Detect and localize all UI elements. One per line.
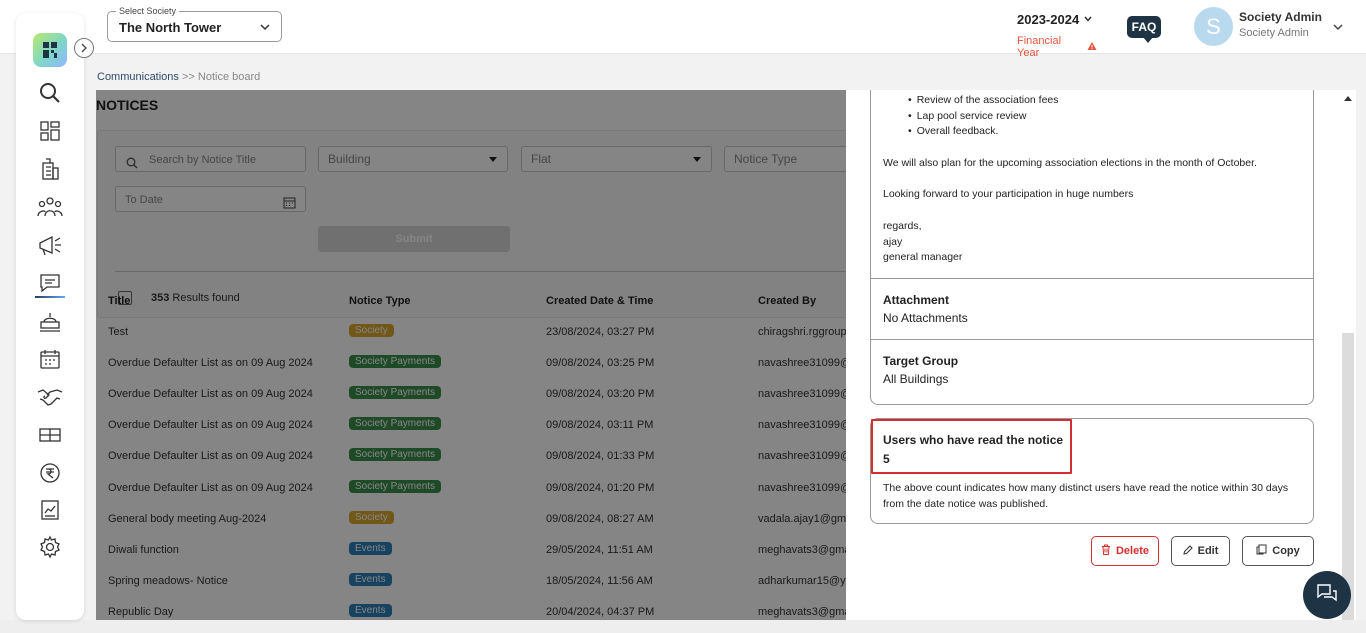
notice-signature-title: general manager [883,251,963,263]
chevron-down-icon [1083,12,1093,27]
read-count-note: The above count indicates how many disti… [883,482,1289,510]
society-select[interactable]: Select Society The North Tower [107,6,282,42]
breadcrumb-parent[interactable]: Communications [97,71,179,83]
society-select-legend: Select Society [116,6,180,16]
copy-icon [1256,544,1267,558]
user-menu-chevron-icon[interactable] [1332,20,1344,38]
communications-icon[interactable] [36,269,64,297]
chat-icon [1315,582,1339,609]
dashboard-icon[interactable] [36,117,64,145]
attachment-value: No Attachments [883,311,968,325]
financial-year-selector[interactable]: 2023-2024 Financial Year [1017,12,1097,59]
building-icon[interactable] [36,155,64,183]
bottom-strip [0,620,1366,633]
divider [871,278,1313,279]
facility-icon[interactable] [36,307,64,335]
scroll-up-arrow-icon[interactable] [1344,96,1352,101]
panel-scrollbar[interactable] [1342,90,1354,620]
user-role: Society Admin [1239,27,1309,39]
sidebar-collapse-button[interactable] [74,38,94,58]
search-icon[interactable] [36,79,64,107]
list-item: Overall feedback. [908,124,1059,140]
breadcrumb: Communications >> Notice board [97,71,260,83]
copy-label: Copy [1272,545,1300,557]
read-count-value: 5 [883,452,890,466]
copy-button[interactable]: Copy [1242,536,1314,566]
edit-button[interactable]: Edit [1171,536,1230,566]
list-item: Lap pool service review [908,109,1059,125]
breadcrumb-current: Notice board [197,71,261,83]
read-count-card: Users who have read the notice 5 The abo… [870,418,1314,524]
pencil-icon [1182,544,1193,558]
agenda-list: Review of the association fees Lap pool … [908,93,1059,140]
target-group-label: Target Group [883,354,959,368]
list-item: Review of the association fees [908,93,1059,109]
society-select-value: The North Tower [119,20,222,35]
sidebar [16,13,84,620]
warning-icon [1087,41,1097,54]
announcement-icon[interactable] [36,231,64,259]
handshake-icon[interactable] [36,383,64,411]
notice-detail-panel: Review of the association fees Lap pool … [846,90,1356,620]
gate-icon[interactable] [36,421,64,449]
calendar-icon[interactable] [36,345,64,373]
edit-label: Edit [1197,545,1219,557]
delete-button[interactable]: Delete [1091,536,1159,566]
notice-signature-regards: regards, [883,220,922,232]
payments-icon[interactable] [36,459,64,487]
active-nav-indicator [35,296,65,298]
target-group-value: All Buildings [883,372,949,386]
trash-icon [1101,544,1111,558]
notice-signature-name: ajay [883,236,903,248]
avatar[interactable]: S [1194,7,1233,46]
settings-icon[interactable] [36,533,64,561]
chat-support-button[interactable] [1303,571,1351,619]
financial-year-value: 2023-2024 [1017,12,1080,27]
delete-label: Delete [1115,545,1150,557]
attachment-label: Attachment [883,293,950,307]
members-icon[interactable] [36,193,64,221]
chevron-down-icon [259,20,271,38]
financial-year-label: Financial Year [1017,35,1062,59]
app-logo[interactable] [33,33,67,67]
breadcrumb-separator: >> [181,71,195,83]
divider [871,339,1313,340]
read-count-label: Users who have read the notice [883,433,1064,447]
notice-detail-card: Review of the association fees Lap pool … [870,90,1314,405]
notice-paragraph: Looking forward to your participation in… [883,188,1134,200]
modal-backdrop[interactable] [96,90,846,620]
top-bar: Select Society The North Tower 2023-2024… [0,0,1366,59]
notice-paragraph: We will also plan for the upcoming assoc… [883,157,1257,169]
faq-button[interactable]: FAQ [1127,16,1161,43]
user-name: Society Admin [1239,10,1322,24]
reports-icon[interactable] [36,496,64,524]
